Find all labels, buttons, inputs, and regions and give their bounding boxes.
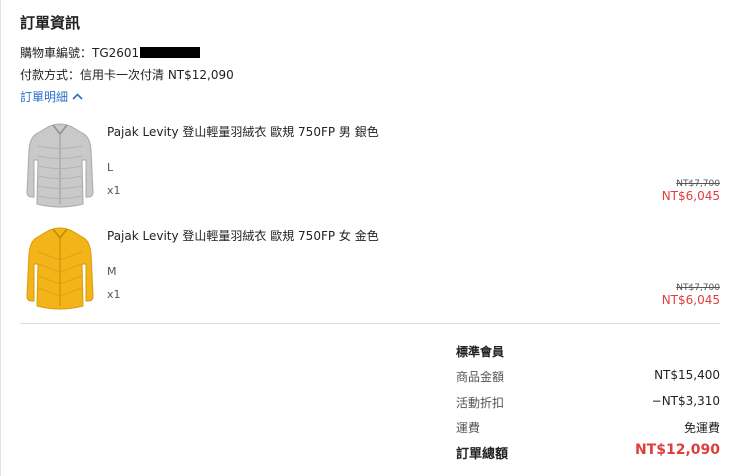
payment-method: 信用卡一次付清 NT$12,090 — [80, 68, 234, 82]
cart-number-row: 購物車編號：TG2601 — [20, 44, 201, 61]
sale-price: NT$6,045 — [661, 189, 720, 203]
order-details-label: 訂單明細 — [20, 90, 69, 104]
panel-border — [0, 0, 1, 476]
discount-label: 活動折扣 — [456, 396, 505, 410]
subtotal-row: 商品金額 NT$15,400 — [456, 368, 720, 385]
discount-row: 活動折扣 −NT$3,310 — [456, 394, 720, 411]
original-price: NT$7,700 — [676, 283, 720, 293]
order-item: Pajak Levity 登山輕量羽絨衣 歐規 750FP 女 金色 M x1 … — [20, 222, 720, 322]
product-image[interactable] — [20, 222, 100, 322]
order-info-title: 訂單資訊 — [20, 14, 81, 32]
chevron-up-icon — [72, 89, 83, 103]
subtotal-label: 商品金額 — [456, 370, 505, 384]
shipping-label: 運費 — [456, 421, 481, 435]
product-variant: M — [107, 265, 117, 278]
order-details-toggle[interactable]: 訂單明細 — [20, 88, 83, 105]
shipping-row: 運費 免運費 — [456, 419, 720, 436]
membership-tier: 標準會員 — [456, 345, 505, 359]
product-variant: L — [107, 161, 114, 174]
total-row: 訂單總額 NT$12,090 — [456, 442, 720, 462]
payment-row: 付款方式：信用卡一次付清 NT$12,090 — [20, 66, 234, 83]
total-label: 訂單總額 — [456, 447, 509, 462]
payment-label: 付款方式： — [20, 68, 81, 82]
cart-number-value: TG2601 — [92, 46, 140, 60]
product-name[interactable]: Pajak Levity 登山輕量羽絨衣 歐規 750FP 女 金色 — [107, 227, 379, 244]
section-divider — [20, 323, 720, 324]
subtotal-value: NT$15,400 — [654, 368, 720, 382]
product-quantity: x1 — [107, 184, 121, 197]
discount-value: −NT$3,310 — [651, 394, 720, 408]
shipping-value: 免運費 — [683, 421, 720, 435]
redacted-block — [140, 47, 201, 58]
total-value: NT$12,090 — [634, 442, 720, 458]
product-name[interactable]: Pajak Levity 登山輕量羽絨衣 歐規 750FP 男 銀色 — [107, 123, 379, 140]
product-image[interactable] — [20, 118, 100, 218]
cart-number-label: 購物車編號： — [20, 46, 93, 60]
order-item: Pajak Levity 登山輕量羽絨衣 歐規 750FP 男 銀色 L x1 … — [20, 118, 720, 218]
product-quantity: x1 — [107, 288, 121, 301]
sale-price: NT$6,045 — [661, 293, 720, 307]
original-price: NT$7,700 — [676, 179, 720, 189]
